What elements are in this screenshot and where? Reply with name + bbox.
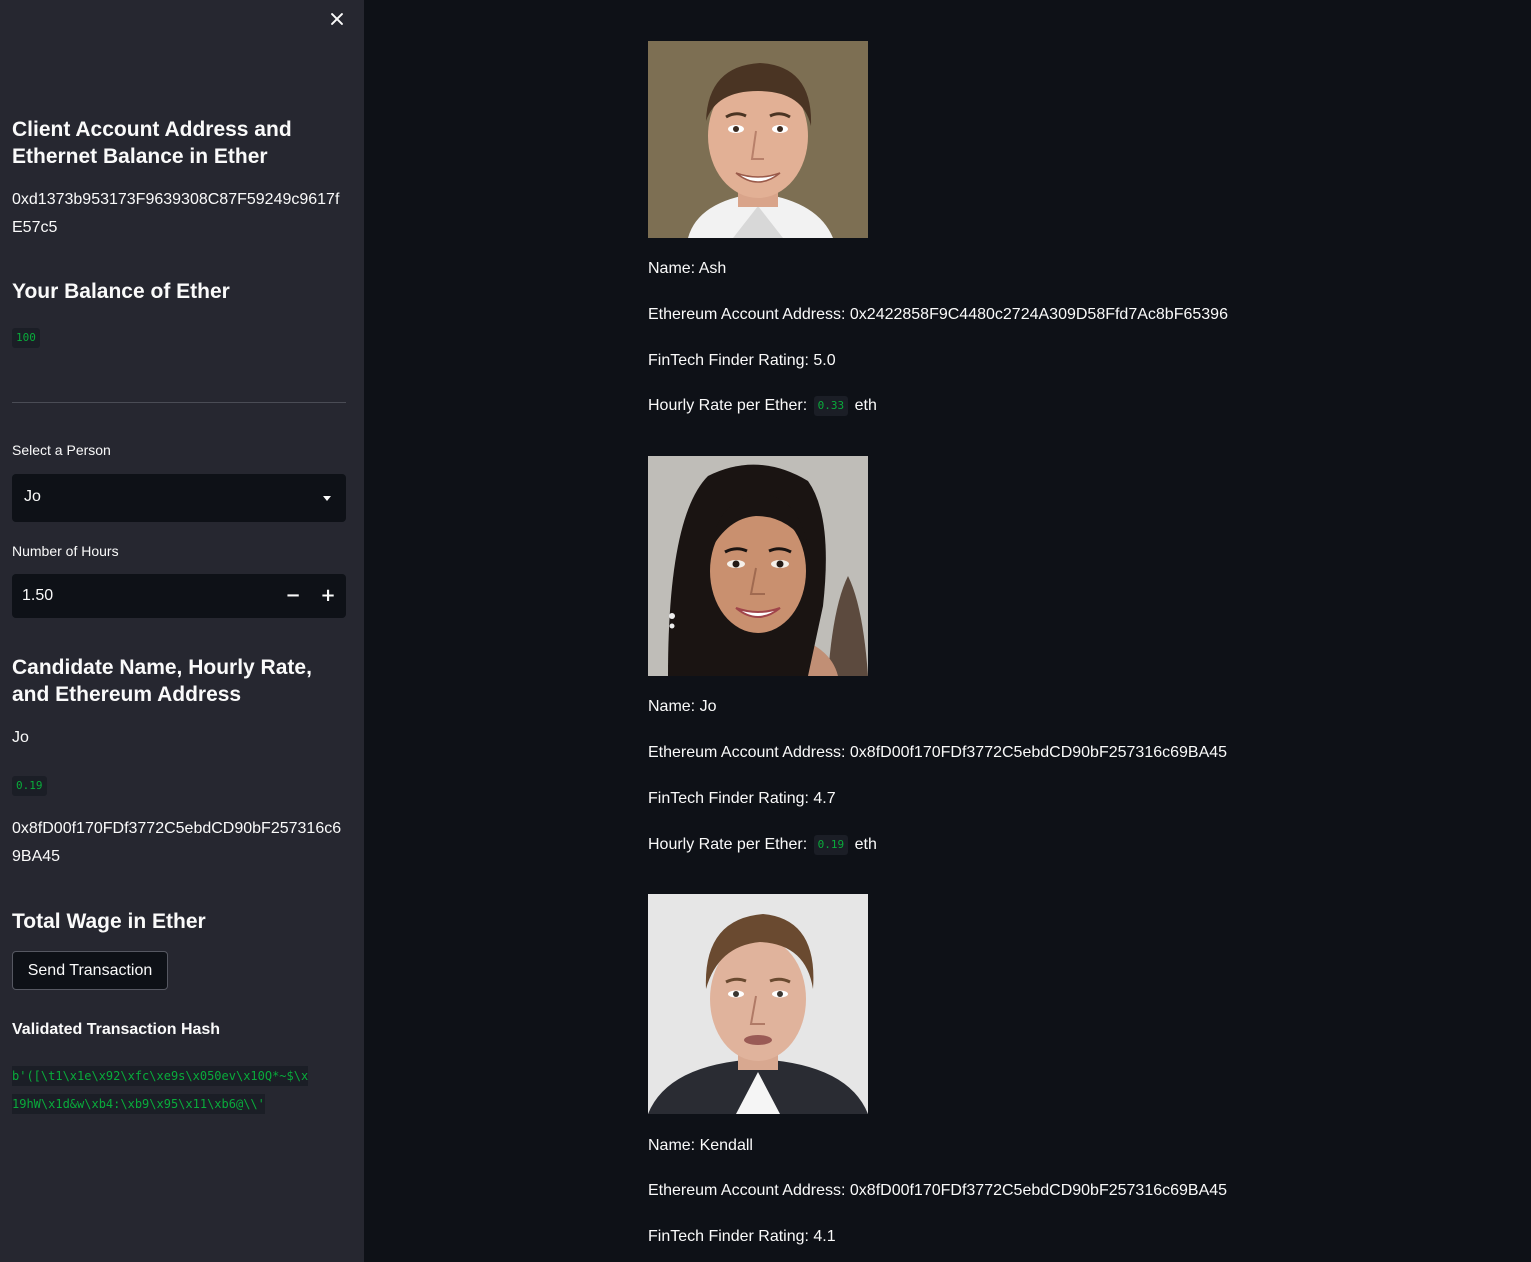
- rate-suffix: eth: [854, 836, 877, 853]
- select-person-label: Select a Person: [12, 442, 111, 458]
- account-heading: Client Account Address and Ethernet Bala…: [12, 118, 292, 168]
- candidate-photo-ash: [648, 41, 868, 238]
- candidate-photo-jo: [648, 456, 868, 676]
- sidebar-divider: [12, 402, 346, 403]
- account-address: 0xd1373b953173F9639308C87F59249c9617fE57…: [12, 191, 340, 236]
- hours-stepper: − +: [12, 574, 346, 618]
- candidate-rate-ash: Hourly Rate per Ether: 0.33 eth: [648, 395, 877, 417]
- balance-value: 100: [12, 328, 40, 348]
- candidate-rating-jo: FinTech Finder Rating: 4.7: [648, 790, 836, 807]
- rate-prefix: Hourly Rate per Ether:: [648, 836, 808, 853]
- tx-hash-value: b'([\t1\x1e\x92\xfc\xe9s\x050ev\x10Q*~$\…: [12, 1062, 346, 1118]
- hours-label: Number of Hours: [12, 543, 119, 559]
- app: Client Account Address and Ethernet Bala…: [0, 0, 1531, 1262]
- candidate-name-ash: Name: Ash: [648, 260, 727, 277]
- candidate-name-kendall: Name: Kendall: [648, 1137, 753, 1154]
- tx-hash-heading: Validated Transaction Hash: [12, 1021, 221, 1038]
- tx-hash-line-2: 19hW\x1d&w\xb4:\xb9\x95\x11\xb6@\\': [12, 1094, 265, 1114]
- sidebar: Client Account Address and Ethernet Bala…: [0, 0, 364, 1262]
- candidate-rate-jo: Hourly Rate per Ether: 0.19 eth: [648, 834, 877, 856]
- person-select-value: Jo: [24, 488, 41, 505]
- total-wage-heading: Total Wage in Ether: [12, 910, 206, 933]
- candidate-heading: Candidate Name, Hourly Rate, and Ethereu…: [12, 656, 312, 706]
- rate-suffix: eth: [854, 397, 877, 414]
- candidate-name: Jo: [12, 729, 29, 746]
- person-select[interactable]: Jo: [12, 474, 346, 522]
- rate-prefix: Hourly Rate per Ether:: [648, 397, 808, 414]
- candidate-rate: 0.19: [12, 776, 47, 796]
- candidate-rating-kendall: FinTech Finder Rating: 4.1: [648, 1228, 836, 1245]
- decrement-button[interactable]: −: [276, 574, 310, 618]
- hours-input[interactable]: [12, 574, 276, 618]
- balance-heading: Your Balance of Ether: [12, 280, 230, 303]
- rate-value: 0.19: [813, 835, 849, 855]
- candidate-address-jo: Ethereum Account Address: 0x8fD00f170FDf…: [648, 744, 1228, 761]
- candidate-address-kendall: Ethereum Account Address: 0x8fD00f170FDf…: [648, 1182, 1228, 1199]
- candidate-address-ash: Ethereum Account Address: 0x2422858F9C44…: [648, 306, 1228, 323]
- candidate-rate-container: 0.19: [12, 776, 346, 796]
- chevron-down-icon: [323, 496, 331, 501]
- candidate-address: 0x8fD00f170FDf3772C5ebdCD90bF257316c69BA…: [12, 820, 342, 865]
- close-sidebar-icon[interactable]: [326, 8, 348, 30]
- rate-value: 0.33: [813, 396, 849, 416]
- increment-button[interactable]: +: [311, 574, 345, 618]
- tx-hash-line-1: b'([\t1\x1e\x92\xfc\xe9s\x050ev\x10Q*~$\…: [12, 1066, 309, 1086]
- balance-container: 100: [12, 328, 346, 348]
- candidate-name-jo: Name: Jo: [648, 698, 717, 715]
- candidate-rating-ash: FinTech Finder Rating: 5.0: [648, 352, 836, 369]
- send-transaction-button[interactable]: Send Transaction: [12, 951, 168, 990]
- candidate-photo-kendall: [648, 894, 868, 1114]
